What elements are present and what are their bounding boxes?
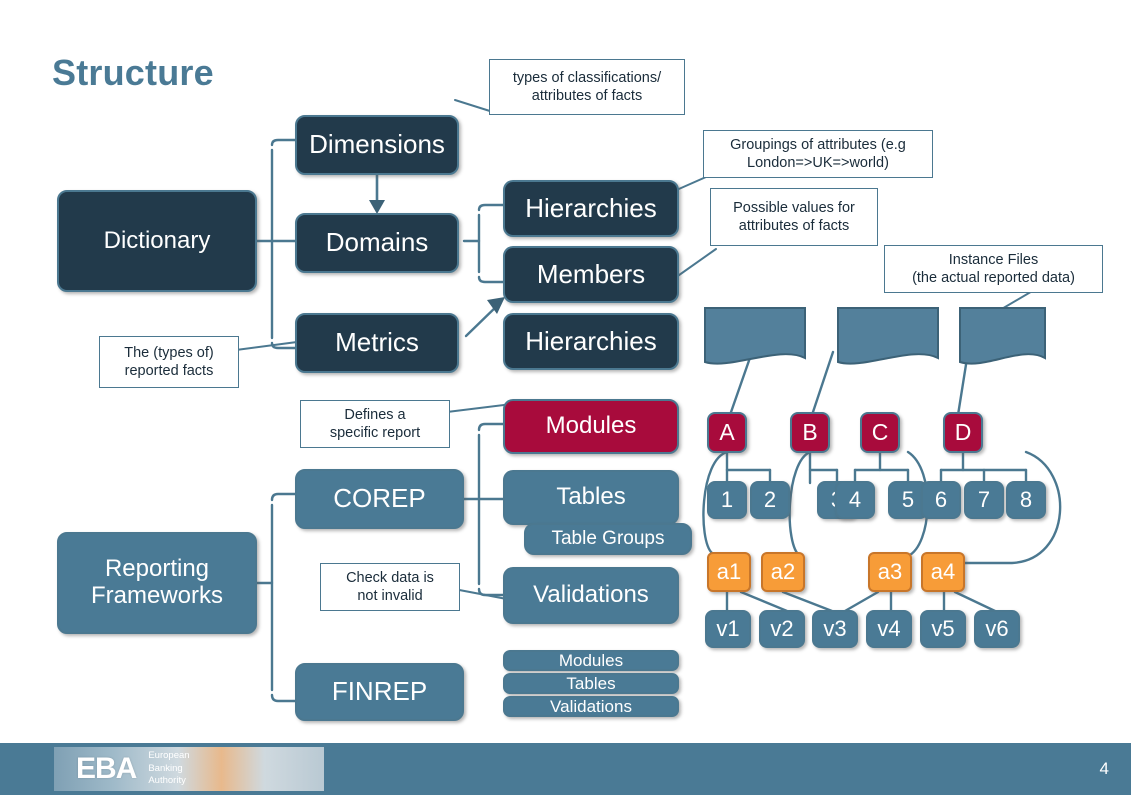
instance-group-a3[interactable]: a3 — [868, 552, 912, 592]
node-modules[interactable]: Modules — [503, 399, 679, 454]
instance-validation-v4[interactable]: v4 — [866, 610, 912, 648]
instance-table-6[interactable]: 6 — [921, 481, 961, 519]
page-title: Structure — [52, 52, 214, 93]
slide-canvas: Structure types of classifications/ attr… — [0, 0, 1131, 795]
callout-modules: Defines a specific report — [300, 400, 450, 448]
node-hierarchies-metrics[interactable]: Hierarchies — [503, 313, 679, 370]
instance-file-document — [959, 307, 1046, 365]
node-finrep-modules[interactable]: Modules — [503, 650, 679, 671]
instance-file-document — [837, 307, 939, 365]
instance-table-2[interactable]: 2 — [750, 481, 790, 519]
instance-module-c[interactable]: C — [860, 412, 900, 453]
callout-metrics: The (types of) reported facts — [99, 336, 239, 388]
callout-hierarchies: Groupings of attributes (e.g London=>UK=… — [703, 130, 933, 178]
node-dictionary[interactable]: Dictionary — [57, 190, 257, 292]
instance-table-7[interactable]: 7 — [964, 481, 1004, 519]
eba-logo-text: EBA — [76, 752, 137, 785]
instance-table-4[interactable]: 4 — [835, 481, 875, 519]
instance-group-a1[interactable]: a1 — [707, 552, 751, 592]
instance-validation-v3[interactable]: v3 — [812, 610, 858, 648]
callout-instance-files: Instance Files (the actual reported data… — [884, 245, 1103, 293]
footer-bar: EBA European Banking Authority 4 — [0, 740, 1131, 795]
instance-group-a4[interactable]: a4 — [921, 552, 965, 592]
node-finrep-tables[interactable]: Tables — [503, 673, 679, 694]
node-members[interactable]: Members — [503, 246, 679, 303]
callout-validations: Check data is not invalid — [320, 563, 460, 611]
callout-members: Possible values for attributes of facts — [710, 188, 878, 246]
instance-validation-v5[interactable]: v5 — [920, 610, 966, 648]
page-number: 4 — [1099, 759, 1109, 778]
node-finrep-validations[interactable]: Validations — [503, 696, 679, 717]
instance-file-document — [704, 307, 806, 365]
node-tables[interactable]: Tables — [503, 470, 679, 525]
node-reporting-frameworks[interactable]: Reporting Frameworks — [57, 532, 257, 634]
node-metrics[interactable]: Metrics — [295, 313, 459, 373]
node-hierarchies-domains[interactable]: Hierarchies — [503, 180, 679, 237]
instance-group-a2[interactable]: a2 — [761, 552, 805, 592]
instance-module-d[interactable]: D — [943, 412, 983, 453]
instance-table-1[interactable]: 1 — [707, 481, 747, 519]
node-dimensions[interactable]: Dimensions — [295, 115, 459, 175]
instance-module-b[interactable]: B — [790, 412, 830, 453]
eba-logo: EBA European Banking Authority — [54, 747, 324, 791]
node-domains[interactable]: Domains — [295, 213, 459, 273]
instance-table-8[interactable]: 8 — [1006, 481, 1046, 519]
instance-validation-v6[interactable]: v6 — [974, 610, 1020, 648]
instance-validation-v1[interactable]: v1 — [705, 610, 751, 648]
node-validations[interactable]: Validations — [503, 567, 679, 624]
node-corep[interactable]: COREP — [295, 469, 464, 529]
callout-dimensions: types of classifications/ attributes of … — [489, 59, 685, 115]
node-finrep[interactable]: FINREP — [295, 663, 464, 721]
node-table-groups[interactable]: Table Groups — [524, 523, 692, 555]
instance-module-a[interactable]: A — [707, 412, 747, 453]
eba-logo-subtitle: European Banking Authority — [148, 750, 190, 787]
instance-validation-v2[interactable]: v2 — [759, 610, 805, 648]
